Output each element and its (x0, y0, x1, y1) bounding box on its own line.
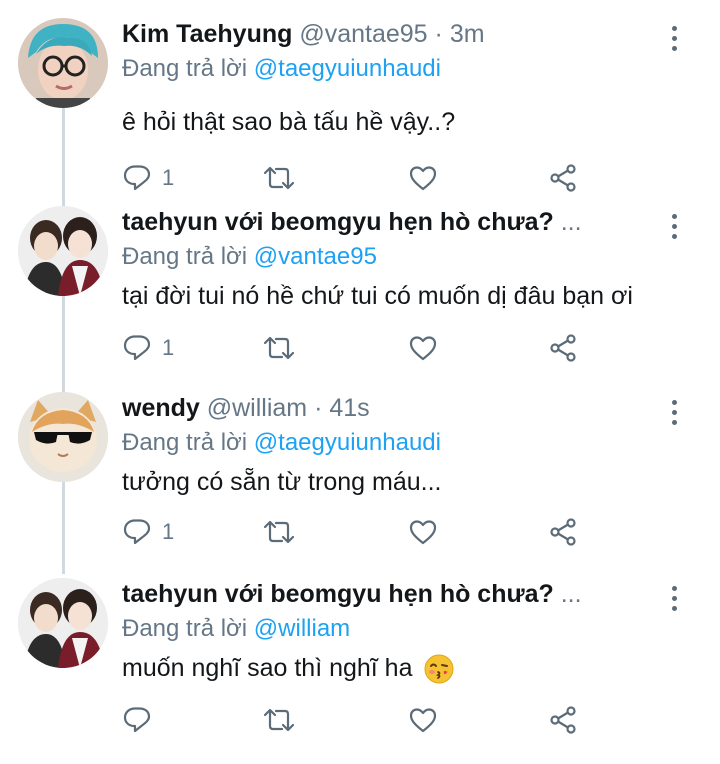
tweet-text: tại đời tui nó hề chứ tui có muốn dị đâu… (122, 282, 633, 310)
retweet-button[interactable] (262, 512, 296, 552)
tweet[interactable]: wendy @william · 41s Đang trả lời @taegy… (0, 392, 720, 578)
reply-icon (123, 165, 151, 191)
mention-link[interactable]: @taegyuiunhaudi (254, 429, 441, 456)
tweet-actions: 1 (122, 512, 592, 552)
tweet-header: Kim Taehyung @vantae95 · 3m (122, 16, 485, 52)
separator-dot: · (314, 394, 323, 422)
separator-dot: · (434, 20, 443, 48)
timestamp[interactable]: 3m (450, 20, 485, 48)
share-icon (550, 706, 576, 734)
retweet-icon (263, 708, 295, 732)
display-name[interactable]: taehyun với beomgyu hẹn hò chưa? (122, 580, 554, 608)
retweet-icon (263, 336, 295, 360)
mention-link[interactable]: @william (254, 615, 350, 642)
user-avatar[interactable] (18, 206, 108, 296)
tweet-text: muốn nghĩ sao thì nghĩ ha (122, 650, 455, 686)
reply-button[interactable]: 1 (122, 328, 174, 368)
display-name[interactable]: taehyun với beomgyu hẹn hò chưa? (122, 208, 554, 236)
mention-link[interactable]: @taegyuiunhaudi (254, 55, 441, 82)
share-icon (550, 334, 576, 362)
retweet-icon (263, 166, 295, 190)
user-avatar[interactable] (18, 18, 108, 108)
replying-label: Đang trả lời (122, 243, 248, 270)
retweet-button[interactable] (262, 328, 296, 368)
replying-to: Đang trả lời @vantae95 (122, 240, 377, 274)
more-vertical-icon[interactable] (660, 578, 688, 618)
reply-button[interactable]: 1 (122, 512, 174, 552)
share-icon (550, 164, 576, 192)
share-button[interactable] (548, 512, 578, 552)
like-button[interactable] (408, 158, 438, 198)
user-avatar[interactable] (18, 578, 108, 668)
replying-label: Đang trả lời (122, 55, 248, 82)
tweet-actions (122, 700, 592, 740)
share-icon (550, 518, 576, 546)
tweet-text: tưởng có sẵn từ trong máu... (122, 468, 442, 496)
user-handle[interactable]: @william (207, 394, 307, 422)
like-button[interactable] (408, 700, 438, 740)
reply-icon (123, 335, 151, 361)
tweet-header: taehyun với beomgyu hẹn hò chưa? ... (122, 576, 582, 612)
like-button[interactable] (408, 512, 438, 552)
tweet[interactable]: taehyun với beomgyu hẹn hò chưa? ... Đan… (0, 578, 720, 764)
share-button[interactable] (548, 700, 578, 740)
more-vertical-icon[interactable] (660, 18, 688, 58)
tweet-header: wendy @william · 41s (122, 390, 370, 426)
share-button[interactable] (548, 158, 578, 198)
more-vertical-icon[interactable] (660, 206, 688, 246)
like-button[interactable] (408, 328, 438, 368)
tweet-actions: 1 (122, 328, 592, 368)
reply-button[interactable]: 1 (122, 158, 174, 198)
reply-icon (123, 707, 151, 733)
share-button[interactable] (548, 328, 578, 368)
user-avatar[interactable] (18, 392, 108, 482)
reply-button[interactable] (122, 700, 162, 740)
user-handle[interactable]: ... (561, 208, 582, 236)
kissing-face-emoji (424, 654, 454, 684)
like-icon (409, 708, 437, 733)
user-handle[interactable]: @vantae95 (299, 20, 427, 48)
tweet-actions: 1 (122, 158, 592, 198)
reply-icon (123, 519, 151, 545)
more-vertical-icon[interactable] (660, 392, 688, 432)
timestamp[interactable]: 41s (329, 394, 369, 422)
tweet-text-content: muốn nghĩ sao thì nghĩ ha (122, 654, 413, 682)
replying-to: Đang trả lời @william (122, 612, 350, 646)
replying-label: Đang trả lời (122, 615, 248, 642)
reply-count: 1 (162, 165, 175, 190)
retweet-button[interactable] (262, 158, 296, 198)
mention-link[interactable]: @vantae95 (254, 243, 377, 270)
display-name[interactable]: Kim Taehyung (122, 20, 292, 48)
retweet-icon (263, 520, 295, 544)
like-icon (409, 166, 437, 191)
reply-count: 1 (162, 519, 175, 544)
like-icon (409, 520, 437, 545)
retweet-button[interactable] (262, 700, 296, 740)
replying-label: Đang trả lời (122, 429, 248, 456)
replying-to: Đang trả lời @taegyuiunhaudi (122, 426, 441, 460)
tweet-header: taehyun với beomgyu hẹn hò chưa? ... (122, 204, 582, 240)
tweet[interactable]: taehyun với beomgyu hẹn hò chưa? ... Đan… (0, 206, 720, 392)
replying-to: Đang trả lời @taegyuiunhaudi (122, 52, 441, 86)
tweet[interactable]: Kim Taehyung @vantae95 · 3m Đang trả lời… (0, 18, 720, 204)
user-handle[interactable]: ... (561, 580, 582, 608)
reply-count: 1 (162, 335, 175, 360)
tweet-text: ê hỏi thật sao bà tấu hề vậy..? (122, 108, 456, 136)
display-name[interactable]: wendy (122, 394, 200, 422)
like-icon (409, 336, 437, 361)
